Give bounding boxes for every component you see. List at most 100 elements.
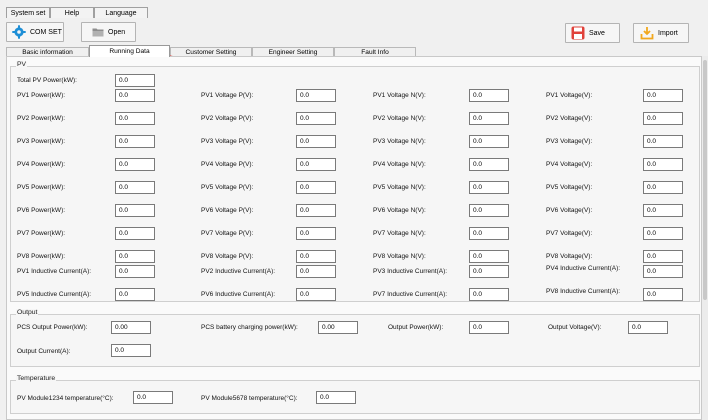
pv-r1-c2-field[interactable]: 0.0 <box>296 89 336 102</box>
output-r1-c2-field[interactable]: 0.00 <box>318 321 358 334</box>
pv-r1-c1-label: PV1 Power(kW): <box>17 92 66 99</box>
pv-r9-c3-field[interactable]: 0.0 <box>469 265 509 278</box>
pv-r3-c3-label: PV3 Voltage N(V): <box>373 138 426 145</box>
pv-r9-c3-label: PV3 Inductive Current(A): <box>373 268 448 275</box>
pv-r4-c3-field[interactable]: 0.0 <box>469 158 509 171</box>
pv-r4-c4-field[interactable]: 0.0 <box>643 158 683 171</box>
pv-r2-c4-label: PV2 Voltage(V): <box>546 115 593 122</box>
pv-r1-c3-label: PV1 Voltage N(V): <box>373 92 426 99</box>
pv-r7-c1-field[interactable]: 0.0 <box>115 227 155 240</box>
pv-r10-c1-label: PV5 Inductive Current(A): <box>17 291 92 298</box>
pv-r7-c4-field[interactable]: 0.0 <box>643 227 683 240</box>
pv-r2-c4-field[interactable]: 0.0 <box>643 112 683 125</box>
pv-r4-c3-label: PV4 Voltage N(V): <box>373 161 426 168</box>
pv-r8-c2-label: PV8 Voltage P(V): <box>201 253 254 260</box>
pv-r10-c2-label: PV6 Inductive Current(A): <box>201 291 276 298</box>
pv-r8-c2-field[interactable]: 0.0 <box>296 250 336 263</box>
pv-r10-c4-label: PV8 Inductive Current(A): <box>546 288 621 295</box>
pv-r9-c1-field[interactable]: 0.0 <box>115 265 155 278</box>
com-set-label: COM SET <box>30 28 62 36</box>
gear-icon <box>12 25 26 39</box>
pv-r8-c1-label: PV8 Power(kW): <box>17 253 66 260</box>
import-label: Import <box>658 29 678 37</box>
pv-r8-c4-field[interactable]: 0.0 <box>643 250 683 263</box>
pv-r10-c1-field[interactable]: 0.0 <box>115 288 155 301</box>
menu-system-set[interactable]: System set <box>6 7 50 18</box>
pv-r3-c3-field[interactable]: 0.0 <box>469 135 509 148</box>
pv-r6-c2-label: PV6 Voltage P(V): <box>201 207 254 214</box>
pv-r5-c3-field[interactable]: 0.0 <box>469 181 509 194</box>
pv-r2-c1-field[interactable]: 0.0 <box>115 112 155 125</box>
pv-r8-c4-label: PV8 Voltage(V): <box>546 253 593 260</box>
pv-r10-c3-field[interactable]: 0.0 <box>469 288 509 301</box>
open-label: Open <box>108 28 126 36</box>
menu-language[interactable]: Language <box>94 7 148 18</box>
output-r1-c3-field[interactable]: 0.0 <box>469 321 509 334</box>
pv-r9-c4-label: PV4 Inductive Current(A): <box>546 265 621 272</box>
output-r1-c4-field[interactable]: 0.0 <box>628 321 668 334</box>
pv-r10-c2-field[interactable]: 0.0 <box>296 288 336 301</box>
pv-r7-c2-field[interactable]: 0.0 <box>296 227 336 240</box>
pv-r9-c2-field[interactable]: 0.0 <box>296 265 336 278</box>
pv-r6-c3-field[interactable]: 0.0 <box>469 204 509 217</box>
output-r1-c1-field[interactable]: 0.00 <box>111 321 151 334</box>
temperature-r1-c1-field[interactable]: 0.0 <box>133 391 173 404</box>
pv-r4-c2-field[interactable]: 0.0 <box>296 158 336 171</box>
pv-r2-c3-field[interactable]: 0.0 <box>469 112 509 125</box>
temperature-r1-c2-label: PV Module5678 temperature(°C): <box>201 395 298 402</box>
pv-r8-c3-label: PV8 Voltage N(V): <box>373 253 426 260</box>
import-icon <box>640 27 654 40</box>
pv-r2-c3-label: PV2 Voltage N(V): <box>373 115 426 122</box>
pv-r6-c1-label: PV6 Power(kW): <box>17 207 66 214</box>
pv-r7-c4-label: PV7 Voltage(V): <box>546 230 593 237</box>
pv-r5-c1-field[interactable]: 0.0 <box>115 181 155 194</box>
pv-r1-c4-label: PV1 Voltage(V): <box>546 92 593 99</box>
output-group-title: Output <box>16 309 39 316</box>
menu-help[interactable]: Help <box>50 7 94 18</box>
pv-r8-c3-field[interactable]: 0.0 <box>469 250 509 263</box>
pv-r3-c2-field[interactable]: 0.0 <box>296 135 336 148</box>
com-set-button[interactable]: COM SET <box>6 22 64 42</box>
pv-r9-c1-label: PV1 Inductive Current(A): <box>17 268 92 275</box>
pv-r6-c4-field[interactable]: 0.0 <box>643 204 683 217</box>
pv-r3-c1-field[interactable]: 0.0 <box>115 135 155 148</box>
pv-r7-c1-label: PV7 Power(kW): <box>17 230 66 237</box>
import-button[interactable]: Import <box>633 23 689 43</box>
pv-r1-c4-field[interactable]: 0.0 <box>643 89 683 102</box>
pv-r3-c1-label: PV3 Power(kW): <box>17 138 66 145</box>
save-button[interactable]: Save <box>565 23 620 43</box>
total-pv-power-field[interactable]: 0.0 <box>115 74 155 87</box>
pv-r5-c4-field[interactable]: 0.0 <box>643 181 683 194</box>
output-r2-c1-field[interactable]: 0.0 <box>111 344 151 357</box>
pv-r10-c4-field[interactable]: 0.0 <box>643 288 683 301</box>
pv-r9-c4-field[interactable]: 0.0 <box>643 265 683 278</box>
pv-r5-c2-field[interactable]: 0.0 <box>296 181 336 194</box>
pv-r4-c4-label: PV4 Voltage(V): <box>546 161 593 168</box>
pv-r4-c1-field[interactable]: 0.0 <box>115 158 155 171</box>
save-icon <box>571 26 585 40</box>
pv-r8-c1-field[interactable]: 0.0 <box>115 250 155 263</box>
scrollbar-thumb[interactable] <box>703 60 707 300</box>
pv-r10-c3-label: PV7 Inductive Current(A): <box>373 291 448 298</box>
pv-r7-c3-label: PV7 Voltage N(V): <box>373 230 426 237</box>
save-label: Save <box>589 29 605 37</box>
pv-r6-c1-field[interactable]: 0.0 <box>115 204 155 217</box>
pv-r6-c2-field[interactable]: 0.0 <box>296 204 336 217</box>
temperature-group-title: Temperature <box>16 375 57 382</box>
output-r1-c1-label: PCS Output Power(kW): <box>17 324 88 331</box>
pv-r2-c2-label: PV2 Voltage P(V): <box>201 115 254 122</box>
pv-r1-c3-field[interactable]: 0.0 <box>469 89 509 102</box>
tab-running-data[interactable]: Running Data <box>89 45 170 57</box>
pv-r1-c1-field[interactable]: 0.0 <box>115 89 155 102</box>
pv-r4-c1-label: PV4 Power(kW): <box>17 161 66 168</box>
temperature-r1-c2-field[interactable]: 0.0 <box>316 391 356 404</box>
open-button[interactable]: Open <box>81 22 136 42</box>
folder-icon <box>92 28 104 37</box>
pv-r3-c4-field[interactable]: 0.0 <box>643 135 683 148</box>
pv-r2-c1-label: PV2 Power(kW): <box>17 115 66 122</box>
pv-r2-c2-field[interactable]: 0.0 <box>296 112 336 125</box>
pv-group-title: PV <box>16 61 28 68</box>
pv-r5-c2-label: PV5 Voltage P(V): <box>201 184 254 191</box>
pv-r7-c3-field[interactable]: 0.0 <box>469 227 509 240</box>
pv-r1-c2-label: PV1 Voltage P(V): <box>201 92 254 99</box>
